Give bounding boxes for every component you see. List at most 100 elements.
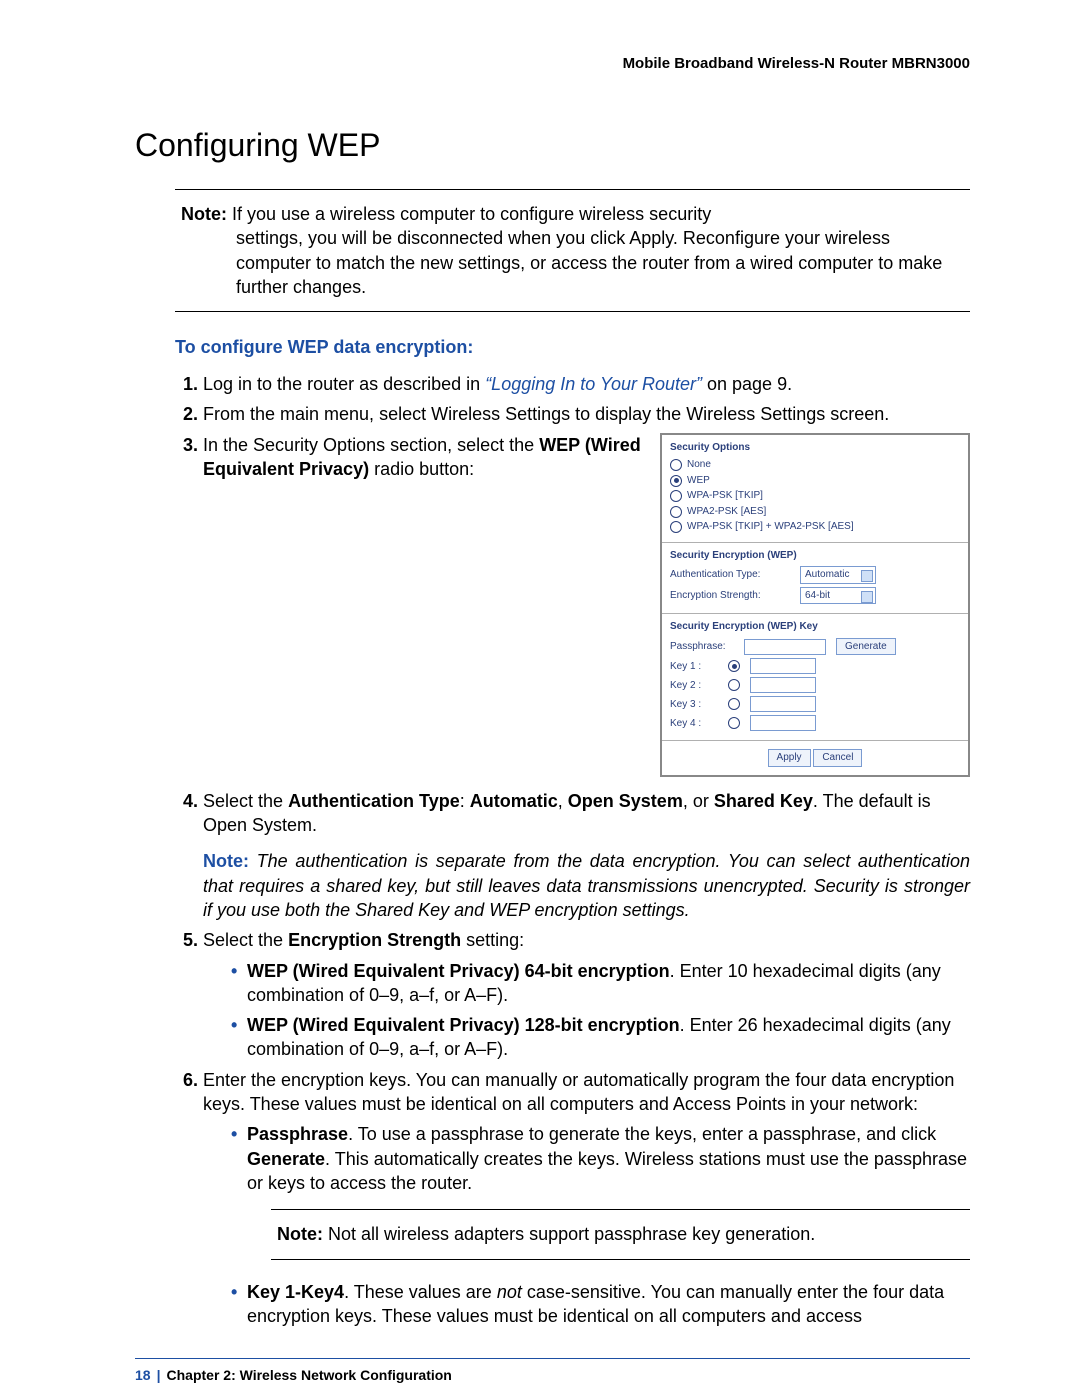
radio-icon[interactable]: [728, 660, 740, 672]
text: Enter the encryption keys. You can manua…: [203, 1070, 954, 1114]
note-label: Note:: [277, 1224, 323, 1244]
auth-type-select[interactable]: Automatic: [800, 566, 876, 584]
footer-separator: |: [151, 1367, 167, 1383]
inline-note-label: Note:: [203, 851, 249, 871]
radio-option-none[interactable]: None: [670, 458, 960, 472]
radio-icon: [670, 475, 682, 487]
text-bold: Authentication Type: [288, 791, 460, 811]
document-page: Mobile Broadband Wireless-N Router MBRN3…: [0, 0, 1080, 1397]
running-header: Mobile Broadband Wireless-N Router MBRN3…: [135, 55, 970, 72]
radio-label: WPA2-PSK [AES]: [687, 505, 766, 519]
step-5: Select the Encryption Strength setting: …: [203, 928, 970, 1061]
apply-button[interactable]: Apply: [768, 749, 811, 767]
section-title: Security Encryption (WEP): [670, 549, 960, 563]
radio-icon: [670, 506, 682, 518]
list-item: WEP (Wired Equivalent Privacy) 64-bit en…: [231, 959, 970, 1008]
radio-label: None: [687, 458, 711, 472]
key1-input[interactable]: [750, 658, 816, 674]
radio-option-wpa-psk[interactable]: WPA-PSK [TKIP]: [670, 489, 960, 503]
text: . To use a passphrase to generate the ke…: [348, 1124, 936, 1144]
panel-buttons: Apply Cancel: [662, 741, 968, 775]
bullet-list: Passphrase. To use a passphrase to gener…: [203, 1122, 970, 1195]
radio-icon: [670, 521, 682, 533]
note-label: Note:: [181, 204, 227, 224]
section-title: Security Options: [670, 441, 960, 455]
text: Log in to the router as described in: [203, 374, 485, 394]
security-options-section: Security Options None WEP WPA-PSK [TKIP]…: [662, 435, 968, 543]
note-text-rest: settings, you will be disconnected when …: [181, 226, 964, 299]
page-number: 18: [135, 1367, 151, 1383]
wep-key-section: Security Encryption (WEP) Key Passphrase…: [662, 614, 968, 741]
bullet-list: WEP (Wired Equivalent Privacy) 64-bit en…: [203, 959, 970, 1062]
encryption-section: Security Encryption (WEP) Authentication…: [662, 543, 968, 615]
radio-label: WPA-PSK [TKIP]: [687, 489, 763, 503]
text: In the Security Options section, select …: [203, 435, 539, 455]
key2-label: Key 2 :: [670, 679, 718, 693]
list-item: Passphrase. To use a passphrase to gener…: [231, 1122, 970, 1195]
radio-label: WEP: [687, 474, 710, 488]
key4-label: Key 4 :: [670, 717, 718, 731]
procedure-steps: Log in to the router as described in “Lo…: [175, 372, 970, 1328]
enc-strength-select[interactable]: 64-bit: [800, 587, 876, 605]
key4-input[interactable]: [750, 715, 816, 731]
step-6: Enter the encryption keys. You can manua…: [203, 1068, 970, 1328]
list-item: Key 1-Key4. These values are not case-se…: [231, 1280, 970, 1329]
text-bold: WEP (Wired Equivalent Privacy) 64-bit en…: [247, 961, 670, 981]
footer-rule: [135, 1358, 970, 1359]
text-bold: WEP (Wired Equivalent Privacy) 128-bit e…: [247, 1015, 680, 1035]
radio-icon: [670, 459, 682, 471]
radio-icon[interactable]: [728, 698, 740, 710]
page-title: Configuring WEP: [135, 127, 970, 164]
passphrase-input[interactable]: [744, 639, 826, 655]
text-bold: Automatic: [470, 791, 558, 811]
auth-type-label: Authentication Type:: [670, 568, 790, 582]
text: Select the: [203, 791, 288, 811]
key2-input[interactable]: [750, 677, 816, 693]
text-bold: Passphrase: [247, 1124, 348, 1144]
list-item: WEP (Wired Equivalent Privacy) 128-bit e…: [231, 1013, 970, 1062]
note-text: Not all wireless adapters support passph…: [323, 1224, 815, 1244]
note-text-first-line: If you use a wireless computer to config…: [227, 204, 711, 224]
inline-note-body: The authentication is separate from the …: [203, 851, 970, 920]
text: radio button:: [369, 459, 474, 479]
cross-reference-link[interactable]: “Logging In to Your Router”: [485, 374, 702, 394]
text: . This automatically creates the keys. W…: [247, 1149, 967, 1193]
radio-icon[interactable]: [728, 717, 740, 729]
text-bold: Shared Key: [714, 791, 813, 811]
generate-button[interactable]: Generate: [836, 638, 896, 656]
key3-label: Key 3 :: [670, 698, 718, 712]
text: setting:: [461, 930, 524, 950]
radio-option-wpa-mixed[interactable]: WPA-PSK [TKIP] + WPA2-PSK [AES]: [670, 520, 960, 534]
step-4: Select the Authentication Type: Automati…: [203, 789, 970, 922]
note-block-passphrase: Note: Not all wireless adapters support …: [271, 1209, 970, 1259]
radio-option-wpa2-psk[interactable]: WPA2-PSK [AES]: [670, 505, 960, 519]
page-footer: 18|Chapter 2: Wireless Network Configura…: [135, 1367, 970, 1383]
radio-option-wep[interactable]: WEP: [670, 474, 960, 488]
radio-label: WPA-PSK [TKIP] + WPA2-PSK [AES]: [687, 520, 854, 534]
text: From the main menu, select Wireless Sett…: [203, 402, 970, 426]
text: ,: [558, 791, 568, 811]
key3-input[interactable]: [750, 696, 816, 712]
key1-label: Key 1 :: [670, 660, 718, 674]
text: Select the: [203, 930, 288, 950]
cancel-button[interactable]: Cancel: [813, 749, 862, 767]
bullet-list: Key 1-Key4. These values are not case-se…: [203, 1280, 970, 1329]
text-bold: Open System: [568, 791, 683, 811]
text: . These values are: [344, 1282, 497, 1302]
enc-strength-label: Encryption Strength:: [670, 589, 790, 603]
text-italic: not: [497, 1282, 522, 1302]
text: :: [460, 791, 470, 811]
note-block-top: Note: If you use a wireless computer to …: [175, 189, 970, 312]
chapter-title: Chapter 2: Wireless Network Configuratio…: [167, 1367, 452, 1383]
text-bold: Key 1-Key4: [247, 1282, 344, 1302]
procedure-subhead: To configure WEP data encryption:: [175, 337, 970, 358]
radio-icon[interactable]: [728, 679, 740, 691]
text-bold: Encryption Strength: [288, 930, 461, 950]
text-bold: Generate: [247, 1149, 325, 1169]
radio-icon: [670, 490, 682, 502]
passphrase-label: Passphrase:: [670, 640, 734, 654]
step-3: Security Options None WEP WPA-PSK [TKIP]…: [203, 433, 970, 783]
step-1: Log in to the router as described in “Lo…: [203, 372, 970, 396]
section-title: Security Encryption (WEP) Key: [670, 620, 960, 634]
settings-panel-figure: Security Options None WEP WPA-PSK [TKIP]…: [660, 433, 970, 777]
